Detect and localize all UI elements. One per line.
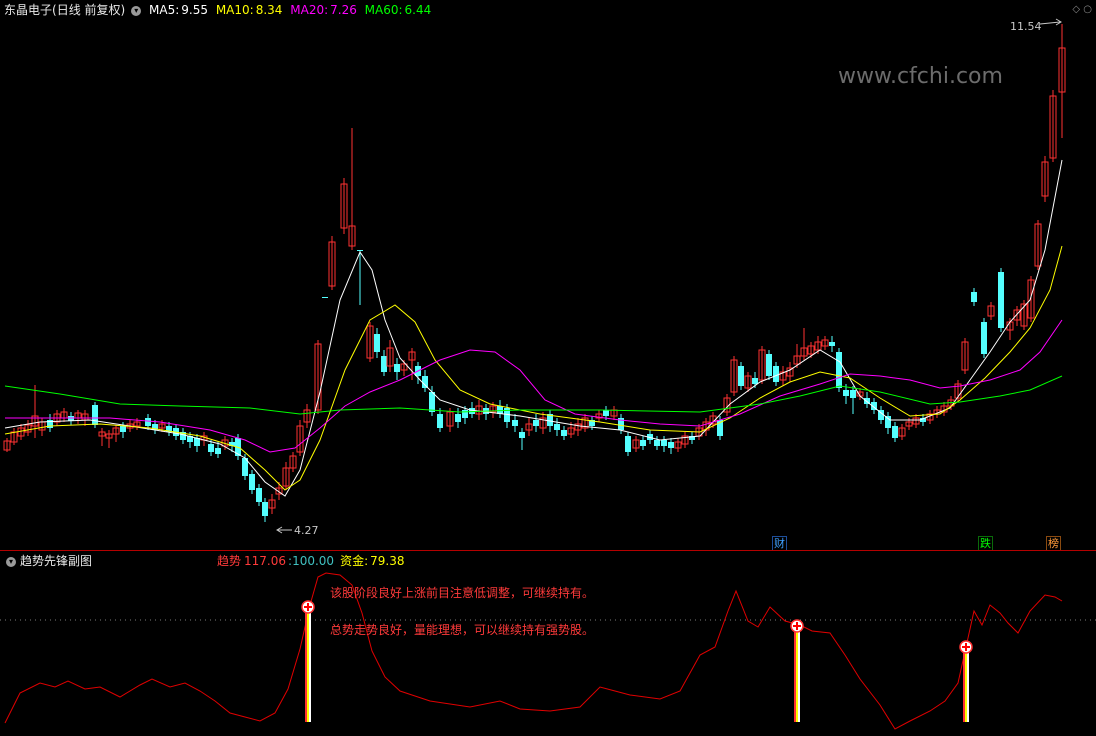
kline-main-panel[interactable]: 东晶电子(日线 前复权) ▾ MA5: 9.55 MA10: 8.34 MA20: 7.… [0, 0, 1096, 551]
candle-body [519, 432, 525, 438]
ma5-value: 9.55 [181, 3, 208, 17]
candle-body [625, 436, 631, 452]
candle-body [437, 414, 443, 428]
ma10-line [4, 245, 1063, 491]
signal-bar [305, 607, 307, 722]
candle-body [892, 426, 898, 438]
signal-bar [796, 626, 798, 722]
candle-body [654, 440, 660, 446]
candle-body [766, 354, 772, 376]
candle-body [998, 272, 1004, 328]
candle-body [422, 376, 428, 388]
candle-body [357, 250, 363, 251]
signal-bar [967, 647, 969, 722]
dropdown-icon[interactable]: ▾ [131, 5, 142, 16]
trend-value: 117.06 [244, 554, 287, 568]
indicator-values: 趋势 117.06:100.00 资金: 79.38 [217, 554, 405, 568]
event-tag-finance[interactable]: 财 [772, 536, 787, 551]
ma10-label: MA10: [215, 3, 254, 17]
status-message-2: 总势走势良好，量能理想，可以继续持有强势股。 [330, 623, 595, 637]
candle-body [981, 322, 987, 354]
candle-body [429, 392, 435, 412]
signal-bar [798, 626, 800, 722]
candle-body [462, 410, 468, 418]
candle-body [554, 424, 560, 430]
candle-body [92, 405, 98, 425]
ma5-label: MA5: [149, 3, 180, 17]
signal-bar [963, 647, 965, 722]
candle-body [208, 444, 214, 452]
ma20-label: MA20: [290, 3, 329, 17]
ma10-value: 8.34 [255, 3, 283, 17]
candle-body [497, 406, 503, 414]
candle-body [561, 430, 567, 436]
candle-body [120, 426, 126, 432]
signal-bar [309, 607, 311, 722]
candle-body [512, 420, 518, 426]
candle-body [262, 502, 268, 516]
candle-body [256, 488, 262, 502]
fund-label: 资金: [340, 554, 369, 568]
sub-header: ▾ 趋势先锋副图 [4, 553, 92, 569]
candle-body [640, 440, 646, 446]
candle-body [836, 352, 842, 388]
trend-indicator-panel[interactable]: ▾ 趋势先锋副图 趋势 117.06:100.00 资金: 79.38 该股阶段良好上涨… [0, 551, 1096, 736]
dropdown-icon[interactable]: ▾ [6, 556, 16, 567]
signal-bar [794, 626, 796, 722]
candle-body [145, 418, 151, 426]
candle-body [850, 390, 856, 398]
candle-body [381, 356, 387, 372]
candle-body [843, 390, 849, 396]
level-value: 100.00 [292, 554, 335, 568]
stock-name: 东晶电子 [4, 3, 53, 17]
ma60-line [4, 375, 1063, 415]
low-price-label: 4.27 [294, 524, 319, 537]
chart-header: 东晶电子(日线 前复权) ▾ MA5: 9.55 MA10: 8.34 MA20: 7.… [4, 2, 435, 18]
high-price-label: 11.54 [1010, 20, 1042, 33]
event-tag-drop[interactable]: 跌 [978, 536, 993, 551]
event-tag-list[interactable]: 榜 [1046, 536, 1061, 551]
watermark: www.cfchi.com [838, 64, 1003, 89]
trend-label: 趋势 [217, 554, 242, 568]
candle-body [752, 378, 758, 384]
ma20-line [5, 319, 1063, 453]
indicator-title: 趋势先锋副图 [20, 554, 93, 568]
candle-body [533, 420, 539, 426]
ma60-label: MA60: [364, 3, 403, 17]
candle-body [249, 474, 255, 490]
candle-body [469, 408, 475, 414]
trend-indicator-chart[interactable] [0, 551, 1096, 736]
ma20-value: 7.26 [330, 3, 357, 17]
candle-body [971, 292, 977, 302]
ma5-line [4, 159, 1063, 497]
ma60-value: 6.44 [404, 3, 432, 17]
candle-body [394, 364, 400, 372]
fund-value: 79.38 [370, 554, 405, 568]
panel-control-icons[interactable]: ◇ ○ [1072, 4, 1092, 15]
candle-body [773, 366, 779, 382]
signal-bar [965, 647, 967, 722]
candle-body [829, 342, 835, 346]
candle-body [322, 297, 328, 298]
candle-body [661, 440, 667, 446]
candle-body [668, 442, 674, 448]
high-price-arrow [1039, 21, 1061, 25]
candle-body [455, 414, 461, 422]
candle-body [738, 366, 744, 386]
status-message-1: 该股阶段良好上涨前目注意低调整，可继续持有。 [330, 586, 595, 600]
candle-body [215, 448, 221, 454]
period-label: (日线 前复权) [52, 3, 126, 17]
candle-body [603, 410, 609, 416]
signal-bar [307, 607, 309, 722]
candle-body [374, 334, 380, 352]
